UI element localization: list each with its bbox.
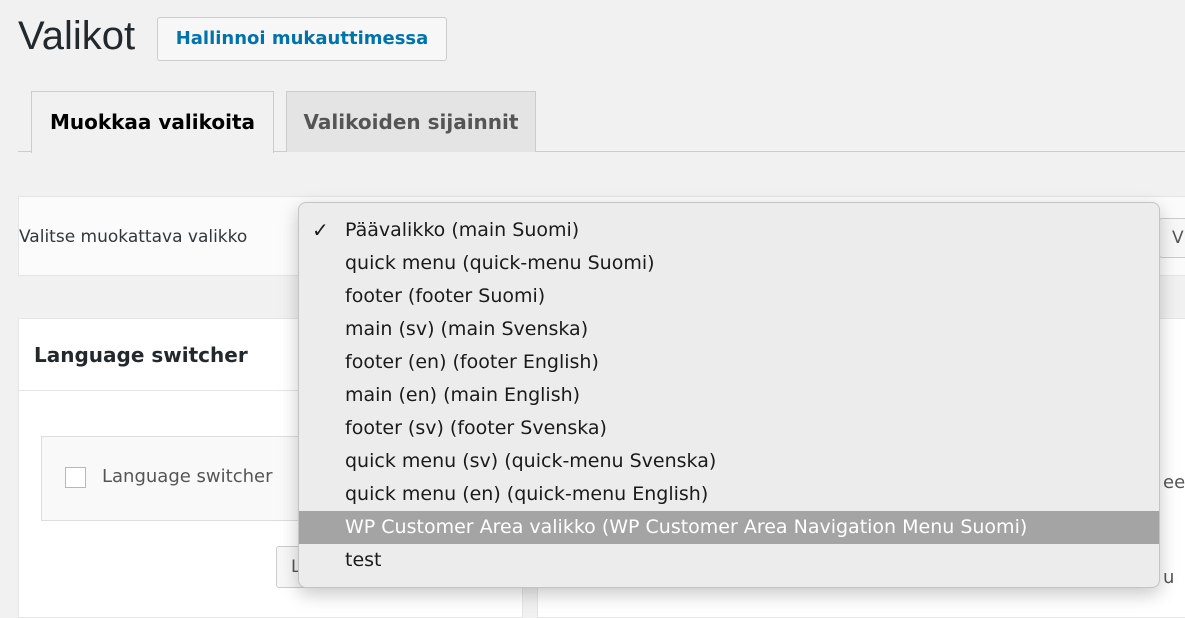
dropdown-option-label: WP Customer Area valikko (WP Customer Ar… bbox=[345, 516, 1028, 538]
language-switcher-checkbox[interactable] bbox=[65, 467, 86, 488]
dropdown-option-label: Päävalikko (main Suomi) bbox=[345, 219, 580, 241]
dropdown-option-label: quick menu (en) (quick-menu English) bbox=[345, 483, 709, 505]
menu-structure-text-2: u bbox=[1163, 567, 1175, 588]
dropdown-option[interactable]: footer (sv) (footer Svenska) bbox=[299, 412, 1159, 445]
dropdown-option-label: footer (footer Suomi) bbox=[345, 285, 546, 307]
dropdown-option[interactable]: test bbox=[299, 544, 1159, 577]
menu-select-label: Valitse muokattava valikko bbox=[19, 227, 248, 247]
dropdown-option[interactable]: main (sv) (main Svenska) bbox=[299, 313, 1159, 346]
dropdown-option-label: quick menu (quick-menu Suomi) bbox=[345, 252, 655, 274]
dropdown-option-label: quick menu (sv) (quick-menu Svenska) bbox=[345, 450, 717, 472]
checkmark-icon: ✓ bbox=[312, 218, 329, 242]
menu-structure-text: ee bbox=[1163, 472, 1185, 493]
dropdown-option-label: footer (en) (footer English) bbox=[345, 351, 599, 373]
dropdown-option-label: test bbox=[345, 549, 382, 571]
dropdown-option[interactable]: main (en) (main English) bbox=[299, 379, 1159, 412]
dropdown-option[interactable]: quick menu (quick-menu Suomi) bbox=[299, 247, 1159, 280]
page-title: Valikot bbox=[18, 14, 136, 58]
dropdown-option[interactable]: footer (footer Suomi) bbox=[299, 280, 1159, 313]
select-menu-button[interactable]: V bbox=[1159, 218, 1185, 258]
sidebar-section-title: Language switcher bbox=[34, 343, 248, 367]
dropdown-option-label: main (sv) (main Svenska) bbox=[345, 318, 589, 340]
dropdown-option[interactable]: quick menu (en) (quick-menu English) bbox=[299, 478, 1159, 511]
language-switcher-checkbox-label[interactable]: Language switcher bbox=[102, 462, 273, 492]
menu-select-dropdown[interactable]: ✓ Päävalikko (main Suomi) quick menu (qui… bbox=[298, 202, 1160, 588]
tab-edit-menus[interactable]: Muokkaa valikoita bbox=[31, 91, 274, 153]
dropdown-option-highlighted[interactable]: WP Customer Area valikko (WP Customer Ar… bbox=[299, 511, 1159, 544]
dropdown-option[interactable]: footer (en) (footer English) bbox=[299, 346, 1159, 379]
manage-in-customizer-button[interactable]: Hallinnoi mukauttimessa bbox=[157, 17, 447, 61]
dropdown-option[interactable]: quick menu (sv) (quick-menu Svenska) bbox=[299, 445, 1159, 478]
dropdown-option-label: main (en) (main English) bbox=[345, 384, 581, 406]
tab-menu-locations[interactable]: Valikoiden sijainnit bbox=[286, 91, 536, 152]
dropdown-option[interactable]: ✓ Päävalikko (main Suomi) bbox=[299, 214, 1159, 247]
dropdown-option-label: footer (sv) (footer Svenska) bbox=[345, 417, 607, 439]
